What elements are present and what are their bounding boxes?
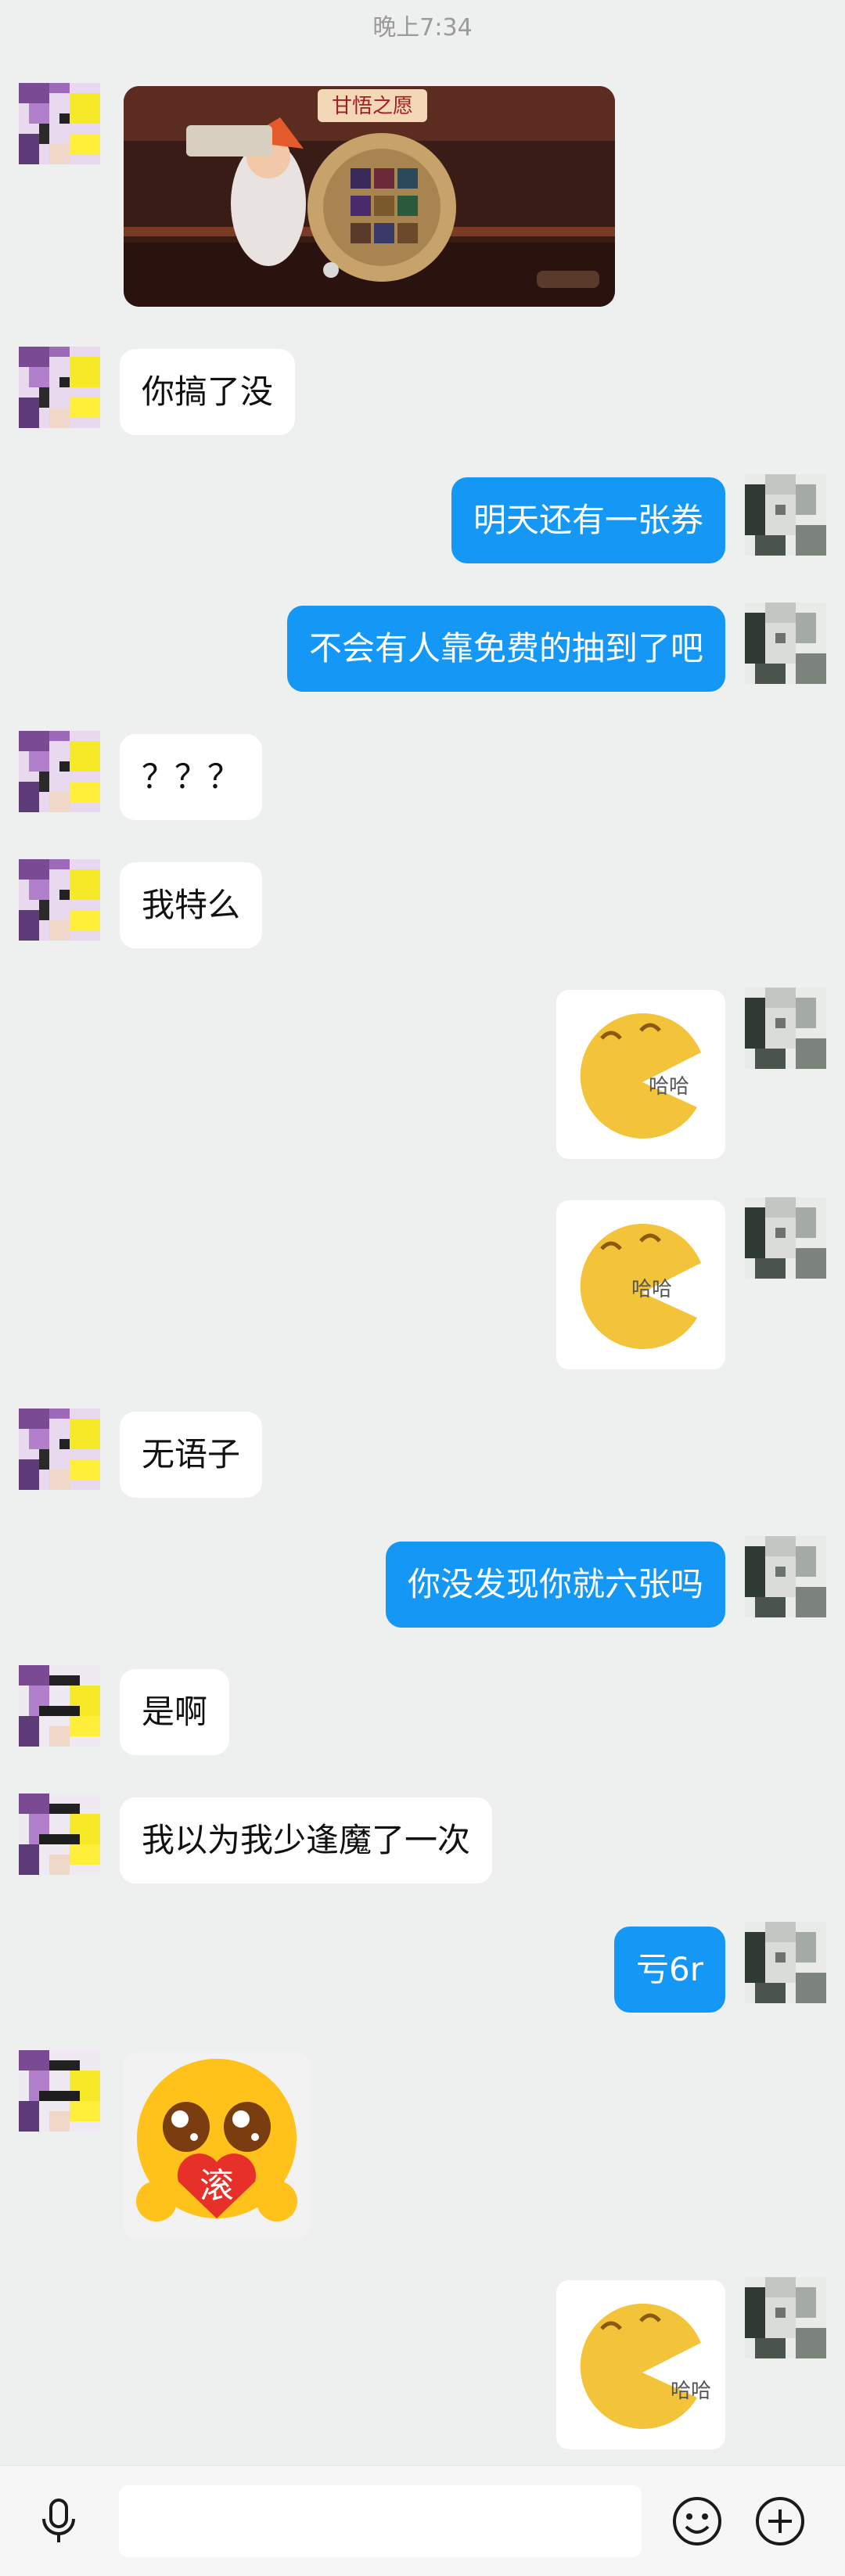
message-input[interactable] bbox=[119, 2485, 642, 2557]
my-avatar[interactable] bbox=[745, 1536, 826, 1617]
sticker-text: 滚 bbox=[200, 2166, 234, 2206]
contact-avatar[interactable] bbox=[19, 859, 100, 941]
microphone-icon[interactable] bbox=[33, 2495, 84, 2550]
sticker-image[interactable]: 滚 bbox=[124, 2053, 310, 2239]
game-title-text: 甘悟之愿 bbox=[332, 95, 413, 118]
my-avatar[interactable] bbox=[745, 603, 826, 684]
message-bubble-outgoing[interactable]: 不会有人靠免费的抽到了吧 bbox=[286, 606, 725, 692]
my-avatar[interactable] bbox=[745, 988, 826, 1069]
message-bubble-incoming[interactable]: 我以为我少逢魔了一次 bbox=[120, 1797, 493, 1883]
sticker-text: 哈哈 bbox=[649, 1075, 689, 1099]
contact-avatar[interactable] bbox=[19, 2050, 100, 2132]
message-bubble-incoming[interactable]: ？？？ bbox=[120, 734, 263, 820]
sticker-text: 哈哈 bbox=[671, 2380, 711, 2403]
message-bubble-outgoing[interactable]: 明天还有一张券 bbox=[451, 477, 725, 563]
my-avatar[interactable] bbox=[745, 474, 826, 556]
contact-avatar[interactable] bbox=[19, 1793, 100, 1875]
my-avatar[interactable] bbox=[745, 1922, 826, 2003]
sticker-text: 哈哈 bbox=[631, 1278, 672, 1301]
contact-avatar[interactable] bbox=[19, 1409, 100, 1490]
sticker-image[interactable]: 哈哈 bbox=[556, 2280, 725, 2449]
message-bubble-outgoing[interactable]: 你没发现你就六张吗 bbox=[385, 1542, 725, 1628]
contact-avatar[interactable] bbox=[19, 83, 100, 164]
message-bubble-incoming[interactable]: 无语子 bbox=[120, 1412, 263, 1498]
contact-avatar[interactable] bbox=[19, 347, 100, 428]
contact-avatar[interactable] bbox=[19, 731, 100, 812]
message-bubble-incoming[interactable]: 你搞了没 bbox=[120, 349, 296, 435]
contact-avatar[interactable] bbox=[19, 1665, 100, 1747]
message-bubble-outgoing[interactable]: 亏6r bbox=[614, 1927, 725, 2013]
message-bubble-incoming[interactable]: 是啊 bbox=[120, 1669, 230, 1755]
my-avatar[interactable] bbox=[745, 1197, 826, 1279]
my-avatar[interactable] bbox=[745, 2277, 826, 2358]
plus-icon[interactable] bbox=[753, 2494, 807, 2552]
sticker-image[interactable]: 哈哈 bbox=[556, 1200, 725, 1369]
message-input-bar bbox=[0, 2465, 845, 2576]
emoji-icon[interactable] bbox=[670, 2494, 725, 2552]
game-screenshot-image[interactable]: 甘悟之愿 bbox=[124, 86, 615, 307]
timestamp: 晚上7:34 bbox=[372, 14, 473, 41]
sticker-image[interactable]: 哈哈 bbox=[556, 990, 725, 1159]
message-bubble-incoming[interactable]: 我特么 bbox=[120, 862, 263, 948]
